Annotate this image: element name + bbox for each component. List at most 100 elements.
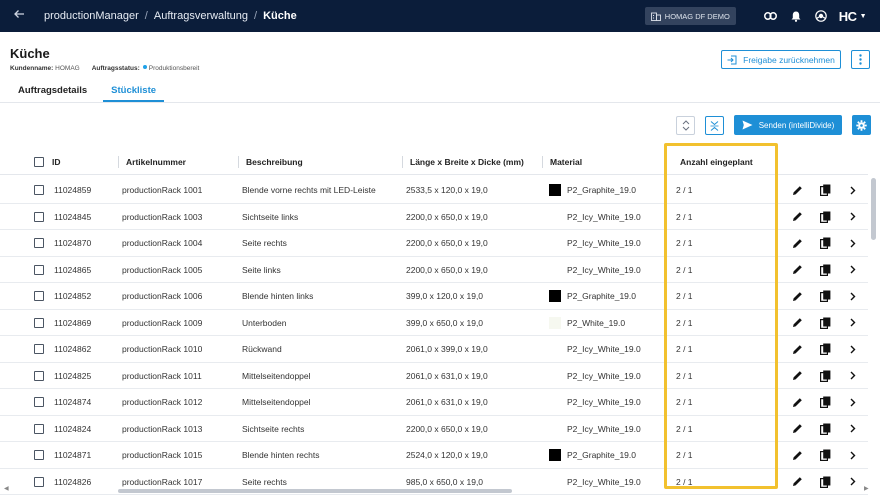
chevron-right-icon[interactable] [850, 204, 856, 230]
table-row[interactable]: 11024865 productionRack 1005 Seite links 22… [0, 257, 868, 283]
vertical-scrollbar[interactable] [871, 178, 876, 240]
settings-button[interactable] [852, 115, 871, 135]
more-options-button[interactable] [851, 50, 870, 69]
edit-icon[interactable] [792, 469, 803, 495]
page-title: Küche [10, 46, 50, 61]
column-header-dimensions[interactable]: Länge x Breite x Dicke (mm) [402, 149, 524, 174]
edit-icon[interactable] [792, 442, 803, 468]
column-header-article[interactable]: Artikelnummer [118, 149, 186, 174]
row-checkbox[interactable] [34, 344, 44, 354]
table-row[interactable]: 11024845 productionRack 1003 Sichtseite li… [0, 204, 868, 230]
chevron-right-icon[interactable] [850, 363, 856, 389]
table-row[interactable]: 11024862 productionRack 1010 Rückwand 2061,… [0, 336, 868, 363]
customer-info: Kundenname: HOMAG [10, 65, 80, 72]
back-arrow-icon[interactable] [13, 0, 29, 32]
table-row[interactable]: 11024870 productionRack 1004 Seite rechts 2… [0, 230, 868, 257]
send-icon [742, 120, 753, 130]
chevron-right-icon[interactable] [850, 416, 856, 442]
chevron-right-icon[interactable] [850, 283, 856, 309]
row-checkbox[interactable] [34, 291, 44, 301]
copy-icon[interactable] [820, 257, 831, 283]
cell-article: productionRack 1004 [122, 238, 203, 248]
edit-icon[interactable] [792, 336, 803, 362]
breadcrumb-item-auftragsverwaltung[interactable]: Auftragsverwaltung [154, 10, 248, 22]
chevron-right-icon[interactable] [850, 469, 856, 495]
edit-icon[interactable] [792, 204, 803, 230]
row-checkbox[interactable] [34, 238, 44, 248]
column-header-description[interactable]: Beschreibung [238, 149, 303, 174]
row-checkbox[interactable] [34, 450, 44, 460]
edit-icon[interactable] [792, 389, 803, 415]
link-icon[interactable] [763, 12, 777, 20]
breadcrumb-item-production-manager[interactable]: productionManager [44, 10, 139, 22]
table-row[interactable]: 11024852 productionRack 1006 Blende hinten… [0, 283, 868, 310]
chevron-right-icon[interactable] [850, 177, 856, 203]
table-row[interactable]: 11024859 productionRack 1001 Blende vorne … [0, 177, 868, 204]
edit-icon[interactable] [792, 230, 803, 256]
row-checkbox[interactable] [34, 211, 44, 222]
copy-icon[interactable] [820, 389, 831, 415]
edit-icon[interactable] [792, 283, 803, 309]
copy-icon[interactable] [820, 283, 831, 309]
send-intellidivide-button[interactable]: Senden (intelliDivide) [734, 115, 842, 135]
table-row[interactable]: 11024825 productionRack 1011 Mittelseitend… [0, 363, 868, 389]
scroll-right-arrow-icon[interactable]: ▶ [864, 485, 869, 492]
horizontal-scrollbar[interactable] [118, 489, 512, 493]
chevron-right-icon[interactable] [850, 442, 856, 468]
copy-icon[interactable] [820, 177, 831, 203]
row-checkbox-cell [34, 283, 44, 309]
release-revoke-button[interactable]: Freigabe zurücknehmen [721, 50, 841, 69]
row-checkbox[interactable] [34, 370, 44, 381]
chevron-right-icon[interactable] [850, 257, 856, 283]
copy-icon[interactable] [820, 336, 831, 362]
row-checkbox[interactable] [34, 476, 44, 487]
material-swatch [549, 476, 561, 488]
scroll-left-arrow-icon[interactable]: ◀ [4, 485, 9, 492]
column-header-id[interactable]: ID [52, 149, 61, 174]
collapse-all-button[interactable] [705, 116, 724, 135]
cell-material: P2_Icy_White_19.0 [549, 336, 641, 362]
edit-icon[interactable] [792, 257, 803, 283]
chevron-right-icon[interactable] [850, 230, 856, 256]
expand-all-button[interactable] [676, 116, 695, 135]
material-swatch [549, 449, 561, 461]
copy-icon[interactable] [820, 469, 831, 495]
cell-material: P2_Graphite_19.0 [549, 442, 636, 468]
copy-icon[interactable] [820, 442, 831, 468]
cell-id: 11024845 [54, 211, 92, 222]
copy-icon[interactable] [820, 230, 831, 256]
column-header-material[interactable]: Material [541, 149, 582, 174]
row-checkbox[interactable] [34, 317, 44, 328]
chevron-right-icon[interactable] [850, 389, 856, 415]
row-checkbox[interactable] [34, 397, 44, 407]
workspace-selector[interactable]: HOMAG DF DEMO [644, 7, 736, 25]
cell-dimensions: 2061,0 x 631,0 x 19,0 [406, 397, 488, 407]
copy-icon[interactable] [820, 363, 831, 389]
row-checkbox[interactable] [34, 264, 44, 275]
table-row[interactable]: 11024874 productionRack 1012 Mittelseitend… [0, 389, 868, 416]
column-header-planned[interactable]: Anzahl eingeplant [680, 149, 753, 174]
edit-icon[interactable] [792, 310, 803, 336]
select-all-checkbox[interactable] [34, 156, 44, 167]
material-name: P2_Icy_White_19.0 [567, 238, 641, 248]
copy-icon[interactable] [820, 416, 831, 442]
tab-stueckliste[interactable]: Stückliste [103, 78, 165, 102]
edit-icon[interactable] [792, 363, 803, 389]
table-row[interactable]: 11024869 productionRack 1009 Unterboden 399… [0, 310, 868, 336]
row-checkbox-cell [34, 336, 44, 362]
row-checkbox[interactable] [34, 423, 44, 434]
table-row[interactable]: 11024824 productionRack 1013 Sichtseite re… [0, 416, 868, 442]
edit-icon[interactable] [792, 416, 803, 442]
table-row[interactable]: 11024871 productionRack 1015 Blende hinten… [0, 442, 868, 469]
cell-material: P2_Graphite_19.0 [549, 177, 636, 203]
support-icon[interactable] [814, 10, 827, 22]
bell-icon[interactable] [791, 11, 801, 22]
brand-logo[interactable]: HC ▼ [839, 9, 867, 24]
edit-icon[interactable] [792, 177, 803, 203]
row-checkbox[interactable] [34, 185, 44, 195]
copy-icon[interactable] [820, 310, 831, 336]
chevron-right-icon[interactable] [850, 310, 856, 336]
tab-auftragsdetails[interactable]: Auftragsdetails [10, 78, 95, 102]
chevron-right-icon[interactable] [850, 336, 856, 362]
copy-icon[interactable] [820, 204, 831, 230]
